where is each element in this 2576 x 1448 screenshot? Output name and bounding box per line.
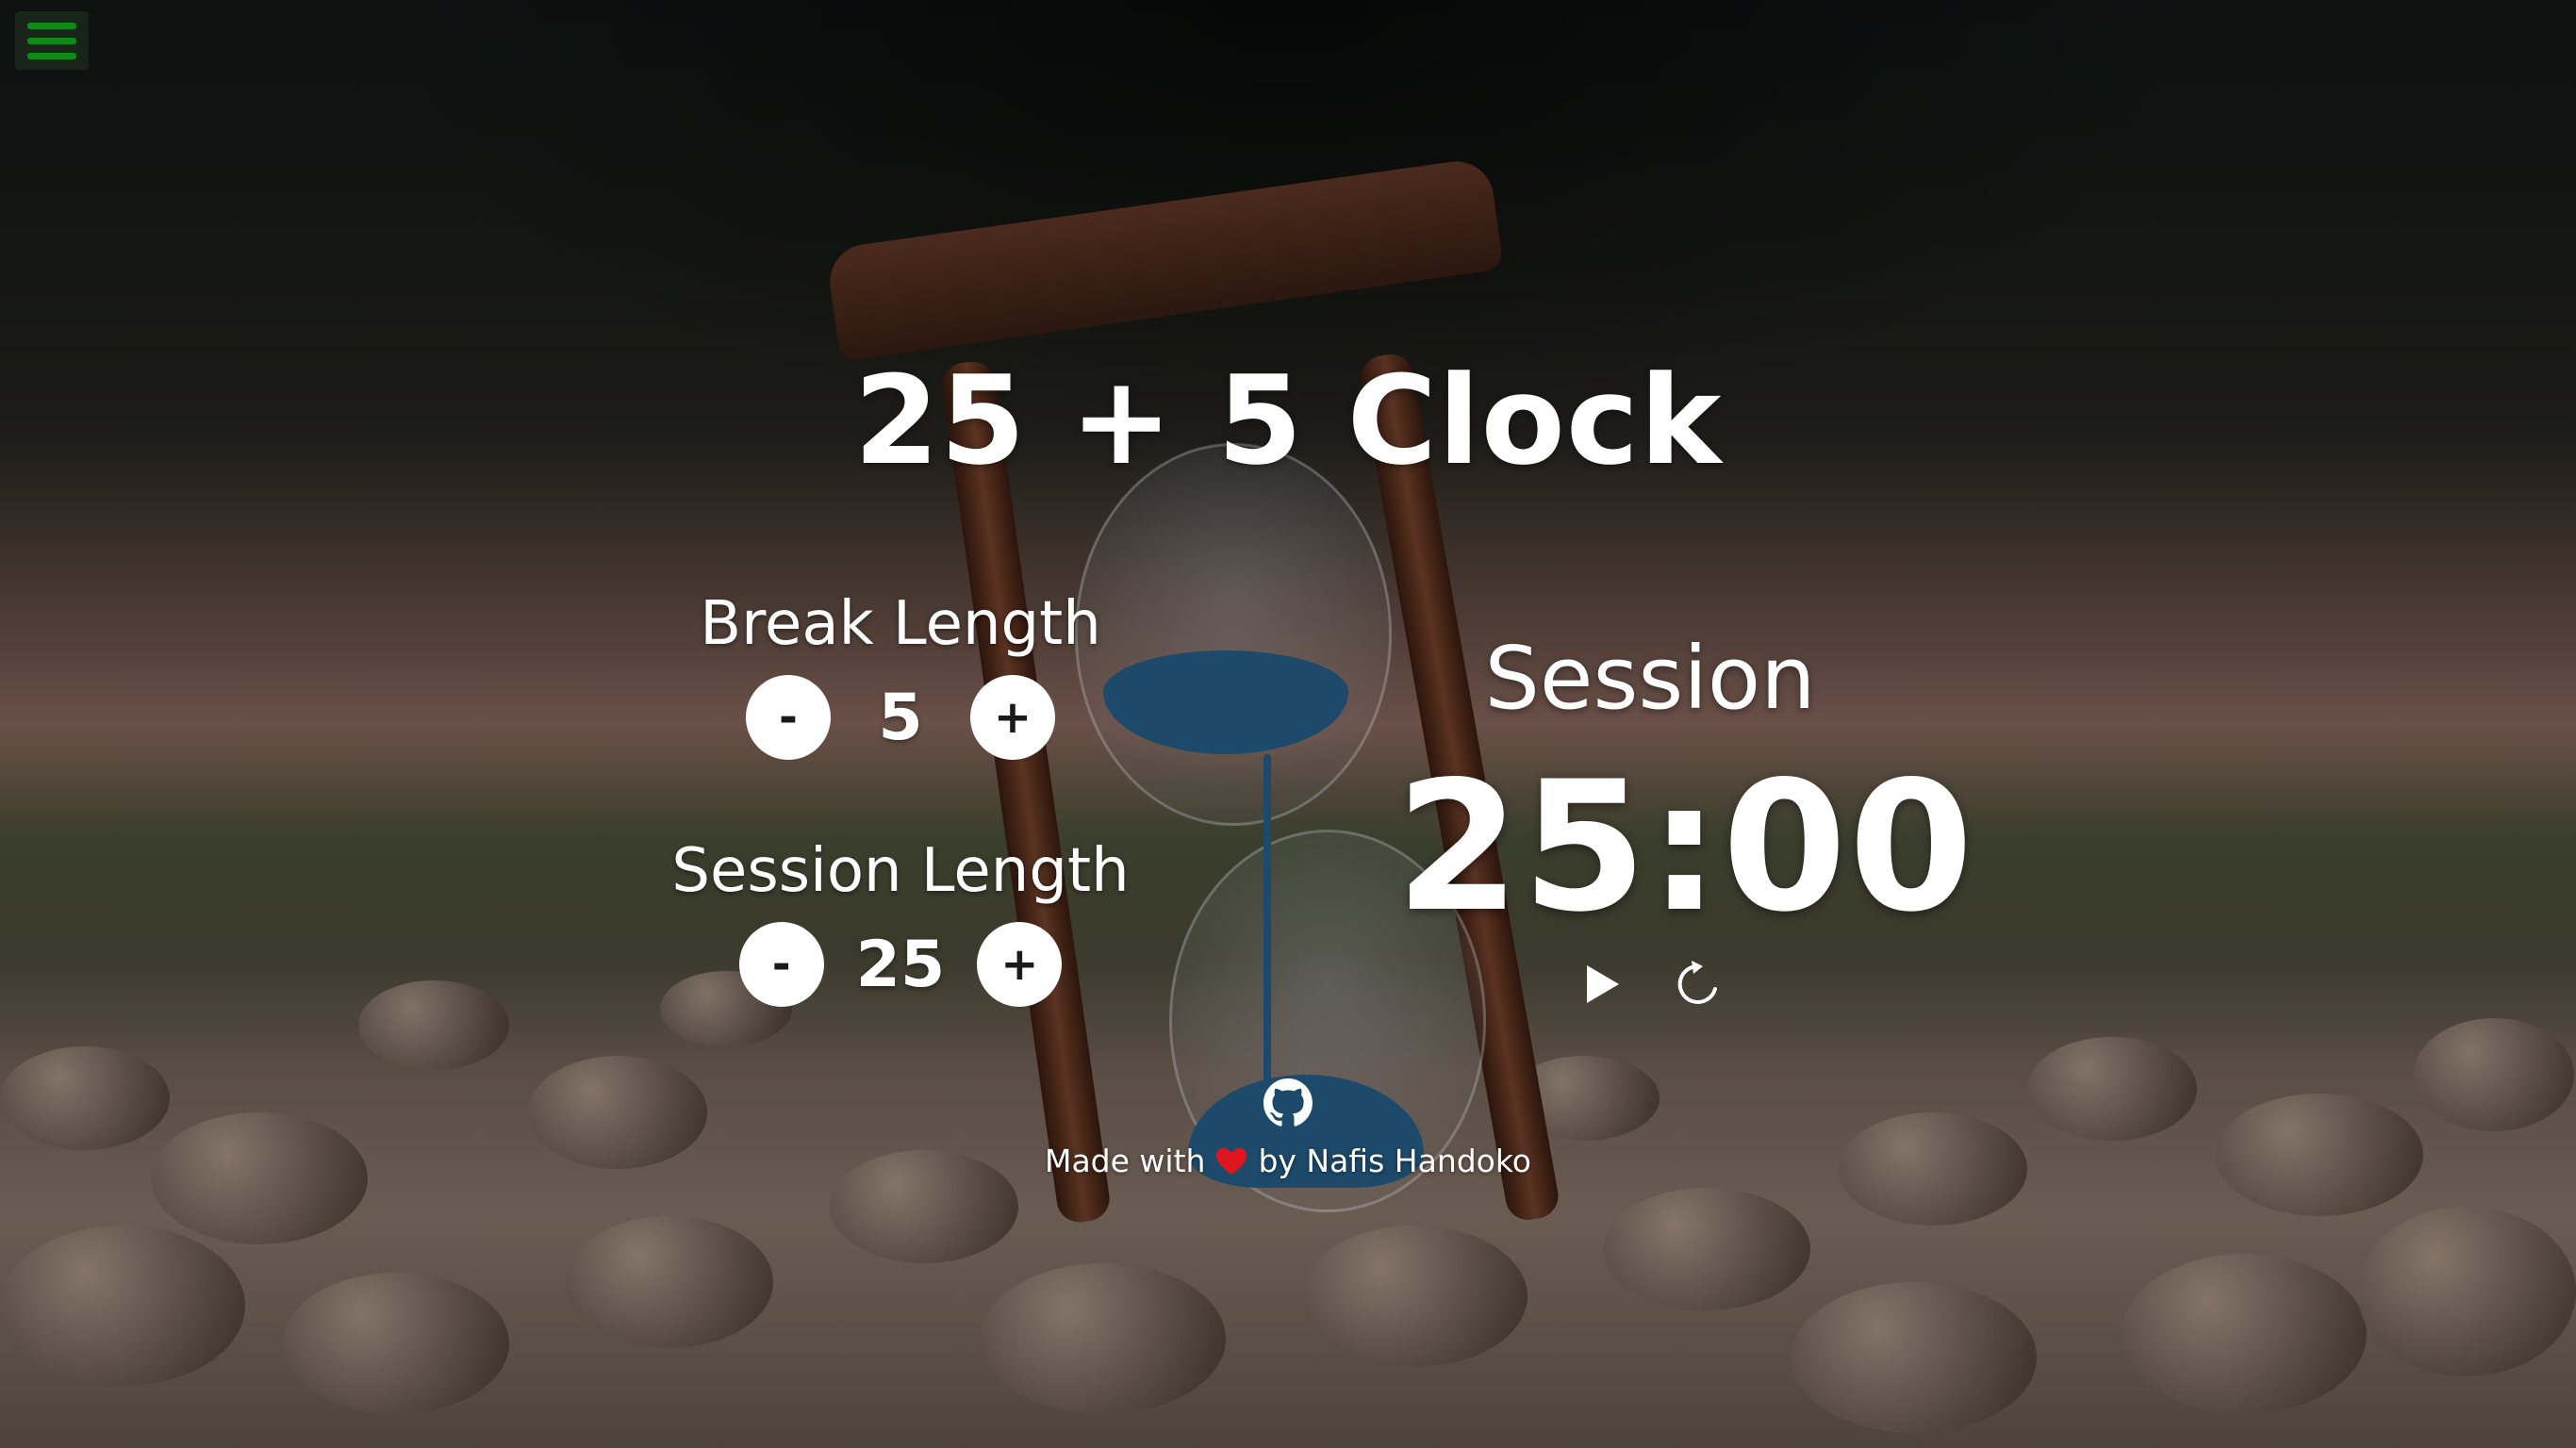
pebble — [1792, 1282, 2037, 1433]
reset-icon — [1677, 961, 1717, 1004]
hourglass-sand — [1263, 754, 1271, 1112]
pebble — [1301, 1226, 1527, 1367]
pebble — [0, 1226, 245, 1386]
pebble — [1603, 1188, 1810, 1310]
author-text: by Nafis Handoko — [1258, 1143, 1531, 1179]
timer-display: 25:00 — [1395, 743, 1975, 951]
break-decrement-button[interactable]: - — [746, 675, 831, 760]
reset-button[interactable] — [1670, 956, 1726, 1012]
hamburger-menu-icon-bar — [27, 52, 76, 59]
break-length-label: Break Length — [700, 589, 1101, 659]
play-button[interactable] — [1574, 956, 1630, 1012]
play-icon — [1587, 965, 1619, 1003]
footer-credit: Made with by Nafis Handoko — [0, 1143, 2576, 1179]
pebble — [981, 1263, 1226, 1414]
session-length-value: 25 — [855, 927, 946, 1002]
github-icon — [1263, 1078, 1313, 1127]
pebble — [566, 1216, 773, 1348]
session-decrement-button[interactable]: - — [738, 922, 824, 1007]
break-length-row: - 5 + — [651, 675, 1150, 760]
timer-panel: Session 25:00 — [1395, 622, 1975, 1012]
session-length-label: Session Length — [671, 836, 1130, 906]
app-page: 25 + 5 Clock Break Length - 5 + Session … — [0, 0, 2576, 1448]
hamburger-menu-icon — [27, 22, 76, 29]
session-increment-button[interactable]: + — [977, 922, 1063, 1007]
menu-button[interactable] — [15, 11, 89, 70]
footer: Made with by Nafis Handoko — [0, 1078, 2576, 1179]
pebble — [358, 980, 509, 1070]
page-title: 25 + 5 Clock — [853, 349, 1723, 492]
background-image — [0, 0, 2576, 1448]
github-link[interactable] — [1263, 1078, 1313, 1127]
break-increment-button[interactable]: + — [970, 675, 1055, 760]
session-length-control: Session Length - 25 + — [651, 833, 1150, 1007]
made-with-text: Made with — [1044, 1143, 1206, 1179]
hamburger-menu-icon-bar — [27, 37, 76, 44]
session-length-row: - 25 + — [651, 922, 1150, 1007]
break-length-control: Break Length - 5 + — [651, 586, 1150, 760]
hourglass-top — [825, 156, 1504, 362]
pebble — [2357, 1207, 2576, 1376]
break-length-value: 5 — [878, 680, 923, 755]
pebble — [2122, 1254, 2367, 1414]
pebble — [283, 1273, 509, 1414]
timer-controls — [1395, 956, 1905, 1012]
timer-label: Session — [1484, 628, 1816, 729]
heart-icon — [1216, 1147, 1247, 1175]
